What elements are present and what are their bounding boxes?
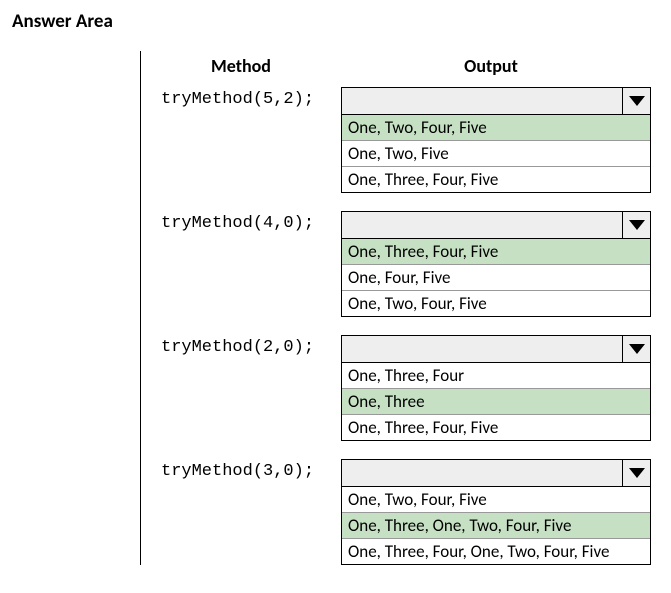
- dropdown-option[interactable]: One, Four, Five: [342, 265, 650, 291]
- method-call: tryMethod(2,0);: [141, 335, 341, 441]
- output-cell: One, Two, Four, FiveOne, Three, One, Two…: [341, 459, 661, 565]
- chevron-down-icon: [629, 468, 645, 478]
- dropdown-option[interactable]: One, Two, Four, Five: [342, 291, 650, 316]
- answer-table: Method Output tryMethod(5,2);One, Two, F…: [140, 51, 661, 565]
- dropdown-arrow-button[interactable]: [622, 212, 650, 238]
- dropdown-option[interactable]: One, Two, Four, Five: [342, 115, 650, 141]
- table-row: tryMethod(2,0);One, Three, FourOne, Thre…: [141, 335, 661, 441]
- dropdown-option[interactable]: One, Three: [342, 389, 650, 415]
- output-dropdown[interactable]: [341, 87, 651, 115]
- header-method: Method: [141, 55, 341, 77]
- output-cell: One, Two, Four, FiveOne, Two, FiveOne, T…: [341, 87, 661, 193]
- output-dropdown[interactable]: [341, 211, 651, 239]
- dropdown-arrow-button[interactable]: [622, 336, 650, 362]
- dropdown-arrow-button[interactable]: [622, 460, 650, 486]
- dropdown-selected-value: [342, 336, 622, 362]
- table-row: tryMethod(4,0);One, Three, Four, FiveOne…: [141, 211, 661, 317]
- chevron-down-icon: [629, 220, 645, 230]
- dropdown-arrow-button[interactable]: [622, 88, 650, 114]
- method-call: tryMethod(3,0);: [141, 459, 341, 565]
- table-header-row: Method Output: [141, 51, 661, 87]
- output-cell: One, Three, Four, FiveOne, Four, FiveOne…: [341, 211, 661, 317]
- dropdown-option[interactable]: One, Three, Four, Five: [342, 239, 650, 265]
- dropdown-option[interactable]: One, Three, One, Two, Four, Five: [342, 513, 650, 539]
- chevron-down-icon: [629, 96, 645, 106]
- dropdown-option[interactable]: One, Two, Five: [342, 141, 650, 167]
- output-cell: One, Three, FourOne, ThreeOne, Three, Fo…: [341, 335, 661, 441]
- table-row: tryMethod(3,0);One, Two, Four, FiveOne, …: [141, 459, 661, 565]
- page-title: Answer Area: [12, 10, 661, 33]
- dropdown-option[interactable]: One, Three, Four, Five: [342, 167, 650, 192]
- dropdown-option-list: One, Two, Four, FiveOne, Two, FiveOne, T…: [341, 115, 651, 193]
- method-call: tryMethod(4,0);: [141, 211, 341, 317]
- chevron-down-icon: [629, 344, 645, 354]
- dropdown-option-list: One, Three, Four, FiveOne, Four, FiveOne…: [341, 239, 651, 317]
- dropdown-selected-value: [342, 88, 622, 114]
- dropdown-selected-value: [342, 212, 622, 238]
- dropdown-option-list: One, Two, Four, FiveOne, Three, One, Two…: [341, 487, 651, 565]
- header-output: Output: [341, 55, 661, 77]
- dropdown-option-list: One, Three, FourOne, ThreeOne, Three, Fo…: [341, 363, 651, 441]
- dropdown-option[interactable]: One, Two, Four, Five: [342, 487, 650, 513]
- dropdown-option[interactable]: One, Three, Four, Five: [342, 415, 650, 440]
- dropdown-option[interactable]: One, Three, Four, One, Two, Four, Five: [342, 539, 650, 564]
- dropdown-selected-value: [342, 460, 622, 486]
- table-row: tryMethod(5,2);One, Two, Four, FiveOne, …: [141, 87, 661, 193]
- dropdown-option[interactable]: One, Three, Four: [342, 363, 650, 389]
- output-dropdown[interactable]: [341, 459, 651, 487]
- method-call: tryMethod(5,2);: [141, 87, 341, 193]
- output-dropdown[interactable]: [341, 335, 651, 363]
